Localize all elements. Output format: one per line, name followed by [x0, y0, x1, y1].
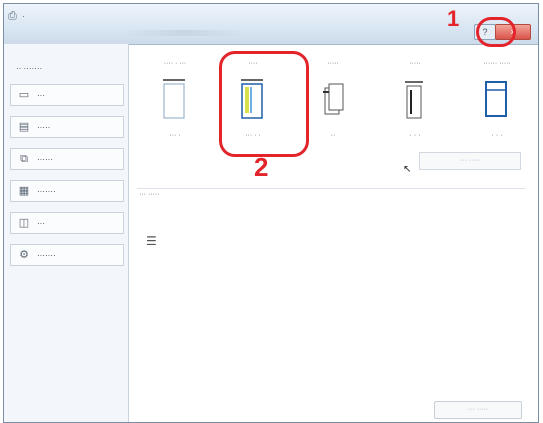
- option-4[interactable]: ····· · · ·: [375, 60, 455, 156]
- sidebar-item-color[interactable]: ▦ ·······: [10, 180, 124, 202]
- printer-icon: ⎙: [8, 10, 17, 22]
- book-icon: [405, 81, 423, 119]
- bottom-button[interactable]: ··· ·····: [434, 401, 522, 419]
- sidebar-header: ·· ·······: [16, 64, 43, 73]
- option-5[interactable]: ······ ····· · · ·: [457, 60, 537, 156]
- settings-button[interactable]: ··· ·····: [419, 152, 521, 170]
- mouse-cursor-icon: ↖: [403, 164, 412, 175]
- image-icon: ◫: [18, 217, 30, 229]
- staple-icon: [323, 83, 344, 115]
- callout-number-1: 1: [447, 6, 460, 31]
- option-sub: · · ·: [491, 132, 503, 139]
- callout-ring-1: [476, 17, 516, 47]
- option-1[interactable]: ···· · ··· ··· ·: [135, 60, 215, 156]
- list-icon: ☰: [146, 234, 157, 248]
- sidebar-item-label: ·····: [37, 122, 51, 132]
- sidebar-item-label: ······: [37, 154, 53, 164]
- sidebar-item-label: ···: [37, 218, 45, 228]
- color-icon: ▦: [18, 185, 30, 197]
- page-icon: ▭: [18, 89, 30, 101]
- finishing-icon: ⧉: [20, 153, 28, 165]
- doc-icon: [163, 79, 185, 119]
- option-caption: ·····: [409, 60, 421, 67]
- title-bar-gloss: [124, 30, 244, 36]
- sidebar-item-layout[interactable]: ▤ ·····: [10, 116, 124, 138]
- option-caption: ···· · ···: [163, 60, 187, 67]
- advanced-icon: ⚙: [19, 249, 29, 261]
- sidebar-item-label: ·······: [37, 250, 56, 260]
- option-sub: · · ·: [409, 132, 421, 139]
- main-panel: ···· · ··· ··· · ···· ··· · · ····· ·· ·…: [129, 44, 538, 422]
- callout-ring-2: [219, 51, 309, 157]
- layout-icon: ▤: [18, 121, 30, 133]
- option-caption: ······ ·····: [483, 60, 511, 67]
- section-divider: [137, 188, 526, 189]
- frame-icon: [485, 81, 507, 117]
- sidebar-item-image[interactable]: ◫ ···: [10, 212, 124, 234]
- sidebar-item-label: ·······: [37, 186, 56, 196]
- window-title: ·: [22, 12, 25, 21]
- section-label: ··· ·····: [139, 191, 160, 198]
- sidebar-item-basic[interactable]: ▭ ···: [10, 84, 124, 106]
- option-sub: ··· ·: [169, 132, 181, 139]
- sidebar: ·· ······· ▭ ··· ▤ ····· ⧉ ······ ▦ ····…: [4, 44, 129, 422]
- sidebar-item-label: ···: [37, 90, 45, 100]
- callout-number-2: 2: [254, 152, 269, 182]
- sidebar-item-finishing[interactable]: ⧉ ······: [10, 148, 124, 170]
- sidebar-item-advanced[interactable]: ⚙ ·······: [10, 244, 124, 266]
